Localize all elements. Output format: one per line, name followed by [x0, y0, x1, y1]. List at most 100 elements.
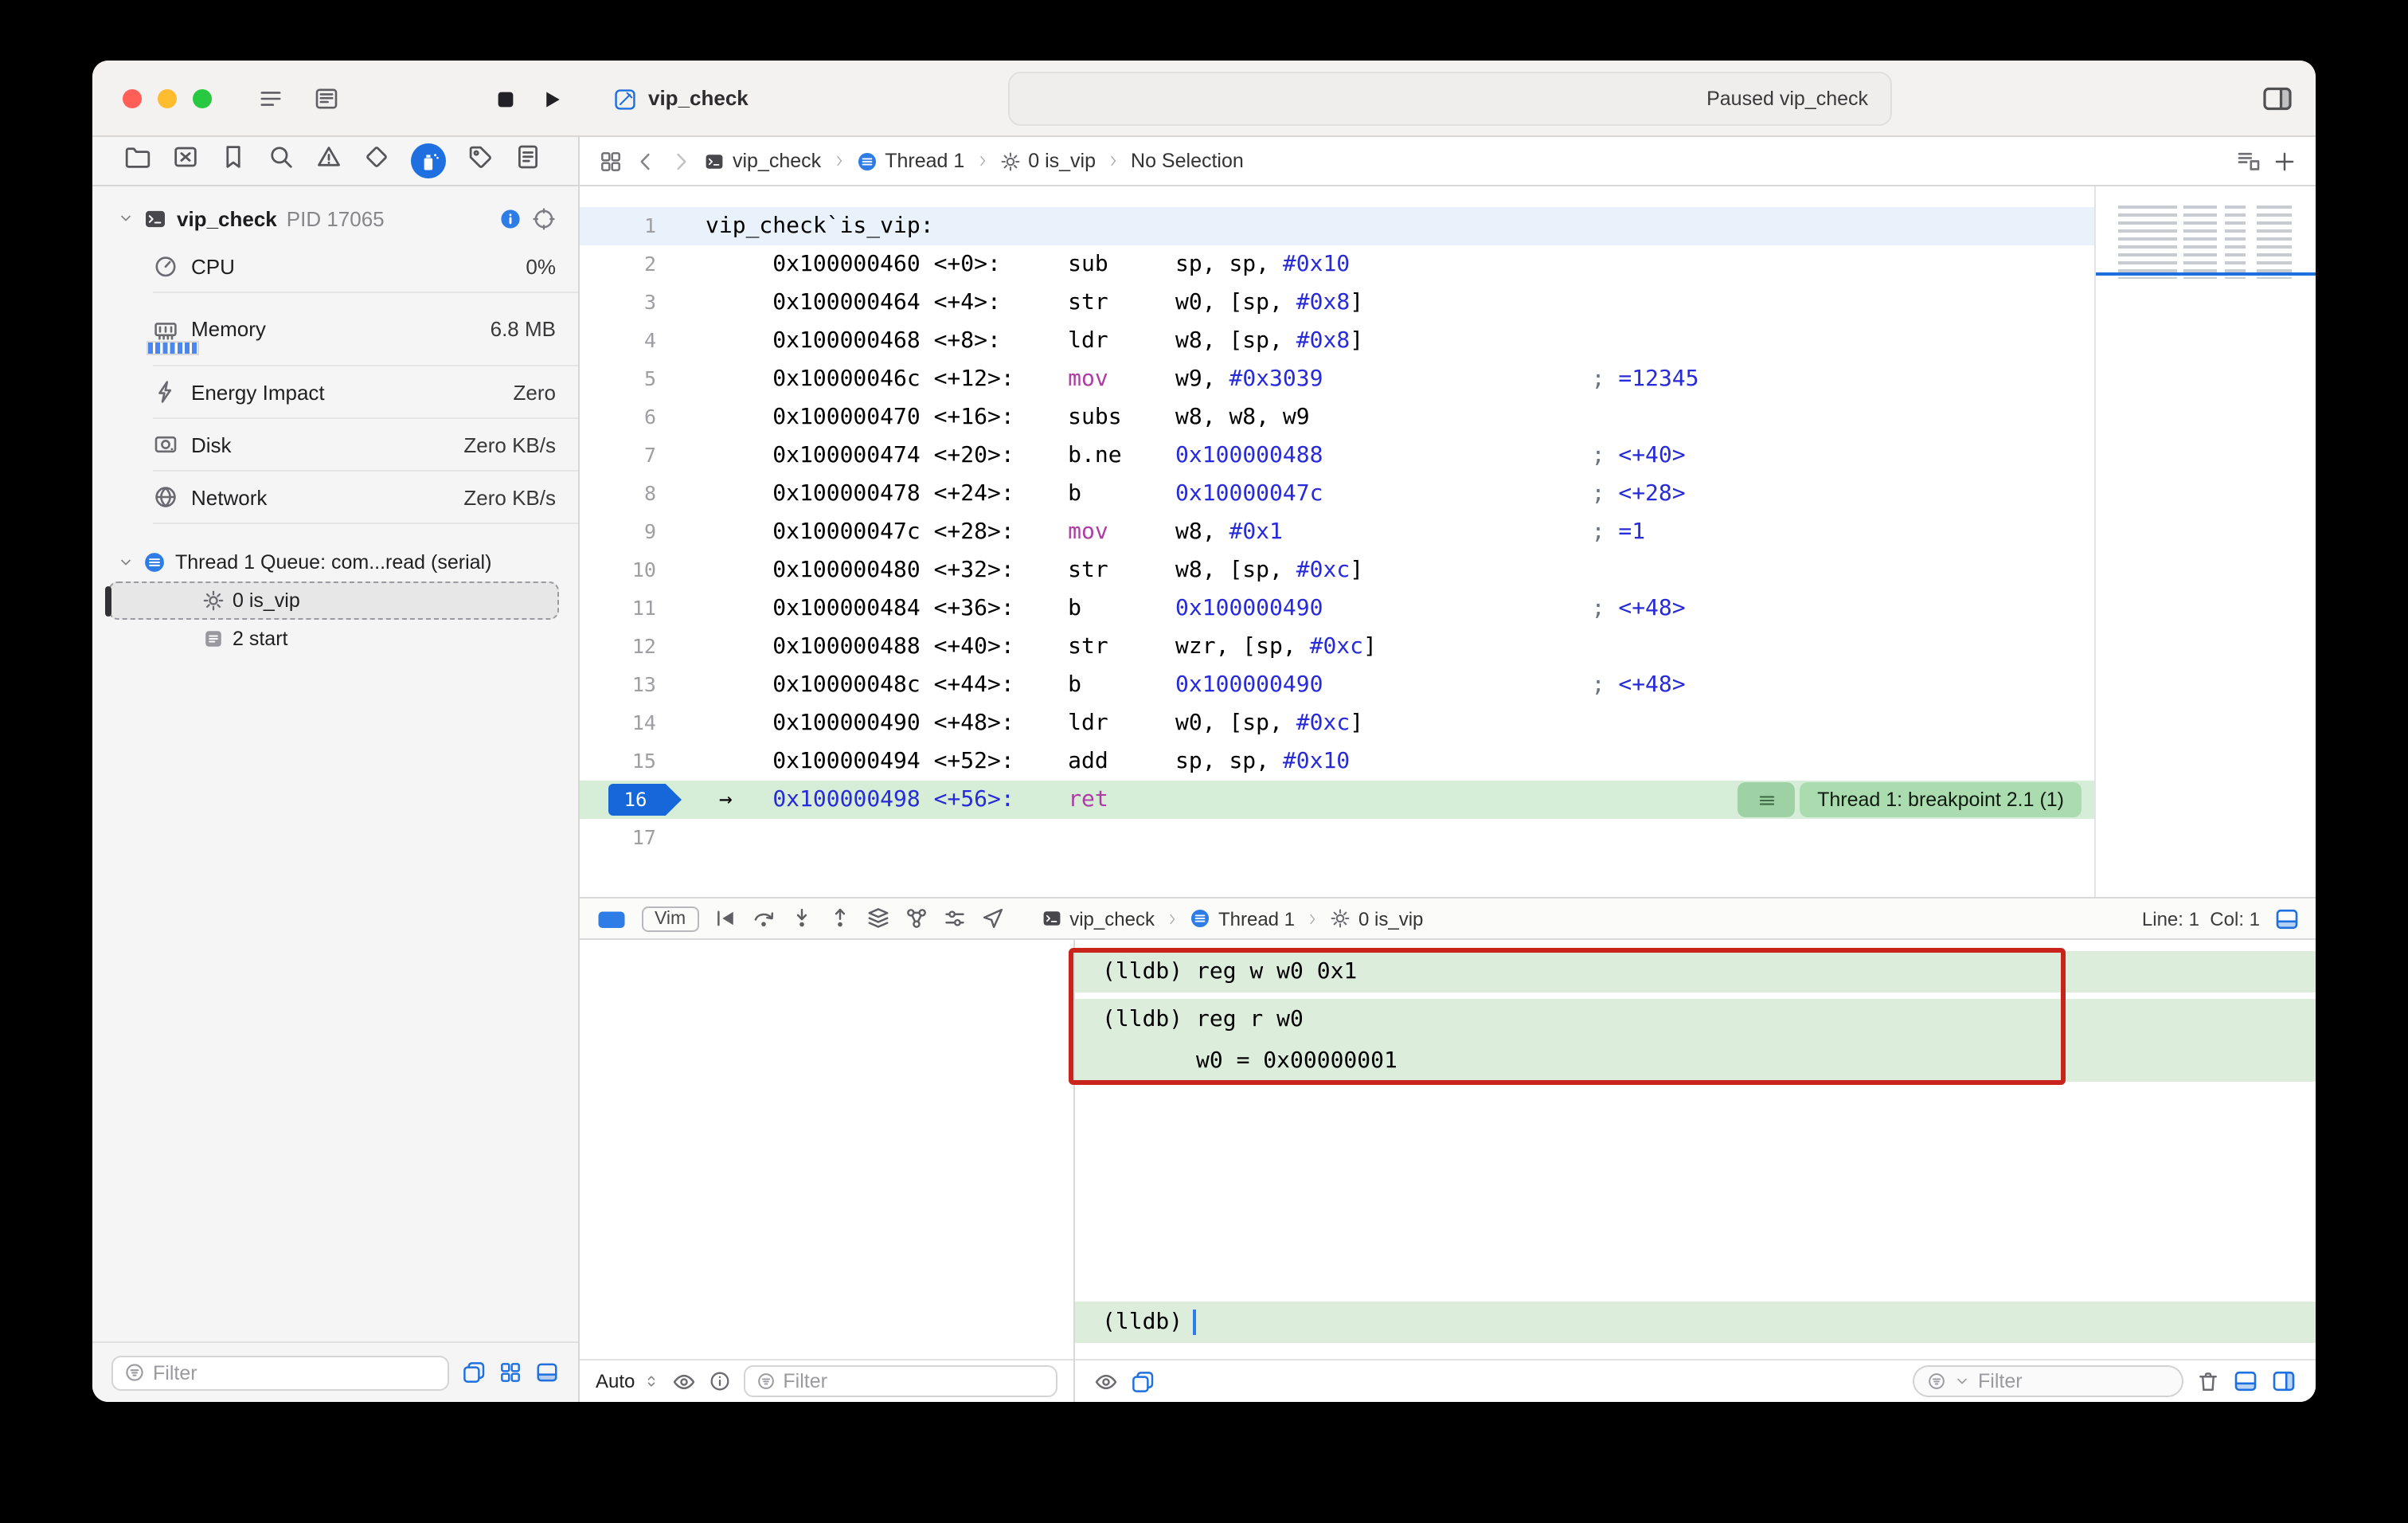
process-row[interactable]: vip_check PID 17065: [118, 199, 559, 237]
debug-bar: Vim vip_checkThread 10 is_vip Line: 1 Co…: [580, 897, 2316, 940]
line-number-15[interactable]: 15: [580, 742, 669, 781]
console-toggle-icon[interactable]: [2271, 1368, 2297, 1394]
titlebar: vip_check Paused vip_check: [92, 61, 2316, 137]
frame-0-is-vip[interactable]: 0 is_vip: [108, 581, 559, 620]
disclosure-chevron-icon[interactable]: [118, 554, 134, 570]
console-output[interactable]: (lldb) reg w w0 0x1(lldb) reg r w0 w0 = …: [1075, 940, 2316, 1359]
breakpoints-toggle-button[interactable]: [596, 902, 627, 934]
simulate-location-button[interactable]: [980, 906, 1004, 930]
navigator-reports-tab[interactable]: [514, 143, 541, 178]
line-number-8[interactable]: 8: [580, 475, 669, 513]
clear-console-icon[interactable]: [2196, 1369, 2220, 1393]
console-mode-icon[interactable]: [1131, 1369, 1155, 1393]
line-number-14[interactable]: 14: [580, 704, 669, 742]
line-number-5[interactable]: 5: [580, 360, 669, 398]
minimize-button[interactable]: [158, 89, 177, 108]
info-icon[interactable]: [498, 206, 522, 230]
line-number-7[interactable]: 7: [580, 437, 669, 475]
memory-usage-meter: [147, 341, 199, 355]
breadcrumb-thread-1[interactable]: Thread 1: [1190, 907, 1295, 930]
related-groups-icon[interactable]: [599, 149, 623, 173]
add-editor-ic­on[interactable]: [2273, 149, 2297, 173]
navigator-project-tab[interactable]: [124, 143, 151, 178]
minimap[interactable]: [2094, 186, 2316, 897]
environment-overrides-button[interactable]: [942, 906, 966, 930]
thread-row[interactable]: Thread 1 Queue: com...read (serial): [92, 543, 578, 581]
view-mode-panel-icon[interactable]: [535, 1361, 559, 1384]
console-prompt-row[interactable]: (lldb): [1075, 1302, 2316, 1343]
stop-button[interactable]: [494, 88, 518, 112]
zoom-button[interactable]: [193, 89, 212, 108]
annotation-menu-button[interactable]: [1738, 782, 1795, 817]
gauge-cpu-row[interactable]: CPU0%: [153, 241, 578, 293]
disassembly-view[interactable]: 1vip_check`is_vip:2 0x100000460 <+0>: su…: [580, 186, 2094, 897]
disclosure-chevron-icon[interactable]: [118, 210, 134, 226]
line-number-3[interactable]: 3: [580, 284, 669, 322]
debug-area-toggle-icon[interactable]: [2274, 906, 2300, 931]
line-number-12[interactable]: 12: [580, 628, 669, 666]
tab-title[interactable]: vip_check: [648, 86, 749, 110]
line-number-1[interactable]: 1: [580, 207, 669, 245]
breadcrumb-vip-check[interactable]: vip_check: [704, 150, 821, 172]
step-out-button[interactable]: [827, 906, 851, 930]
source-editor[interactable]: 1vip_check`is_vip:2 0x100000460 <+0>: su…: [580, 186, 2316, 897]
code-line-7: 7 0x100000474 <+20>: b.ne 0x100000488 ; …: [580, 437, 2094, 475]
view-hierarchy-button[interactable]: [866, 906, 889, 930]
continue-button[interactable]: [713, 906, 737, 930]
quicklook-icon[interactable]: [1094, 1369, 1118, 1393]
related-items-icon[interactable]: [2236, 148, 2261, 174]
line-number-11[interactable]: 11: [580, 589, 669, 628]
code-line-9: 9 0x10000047c <+28>: mov w8, #0x1 ; =1: [580, 513, 2094, 551]
chevron-updown-icon[interactable]: [643, 1373, 659, 1389]
breadcrumb-vip-check[interactable]: vip_check: [1041, 907, 1155, 930]
step-over-button[interactable]: [751, 906, 775, 930]
gauge-energy-row[interactable]: Energy ImpactZero: [153, 366, 578, 419]
navigator-issues-tab[interactable]: [315, 143, 342, 178]
navigator-bookmarks-tab[interactable]: [220, 143, 247, 178]
navigator-breakpoints-tab[interactable]: [467, 143, 494, 178]
line-number-4[interactable]: 4: [580, 322, 669, 360]
step-into-button[interactable]: [789, 906, 813, 930]
inspector-toggle-icon[interactable]: [2261, 83, 2293, 115]
frame-2-start[interactable]: 2 start: [108, 620, 559, 658]
navigator-debug-tab[interactable]: [411, 143, 446, 178]
back-button-icon[interactable]: [634, 149, 658, 173]
breadcrumb-0-is-vip[interactable]: 0 is_vip: [1330, 907, 1423, 930]
scope-selector[interactable]: Auto: [596, 1370, 635, 1392]
filter-placeholder: Filter: [1978, 1370, 2023, 1392]
line-number-17[interactable]: 17: [580, 819, 669, 857]
line-number-13[interactable]: 13: [580, 666, 669, 704]
navigator-filter-input[interactable]: Filter: [111, 1355, 449, 1390]
breadcrumb-no-selection[interactable]: No Selection: [1131, 150, 1244, 172]
memory-graph-button[interactable]: [904, 906, 928, 930]
toolbar-editor-icon[interactable]: [314, 86, 339, 112]
line-number-10[interactable]: 10: [580, 551, 669, 589]
forward-button-icon[interactable]: [669, 149, 693, 173]
view-mode-grid-icon[interactable]: [498, 1361, 522, 1384]
breadcrumb-thread-1[interactable]: Thread 1: [856, 150, 964, 172]
view-mode-stack-icon[interactable]: [462, 1361, 486, 1384]
toolbar-list-icon[interactable]: [258, 86, 283, 112]
info-circle-icon[interactable]: [708, 1370, 730, 1392]
variables-list[interactable]: [580, 940, 1073, 1359]
breadcrumb-0-is-vip[interactable]: 0 is_vip: [999, 150, 1096, 172]
line-number-6[interactable]: 6: [580, 398, 669, 437]
scope-icon[interactable]: [532, 206, 556, 230]
console-filter-input[interactable]: Filter: [1913, 1365, 2183, 1397]
line-number-2[interactable]: 2: [580, 245, 669, 284]
debug-navigator: vip_check PID 17065 CPU0%Memory6.8 MBEne…: [92, 186, 580, 1402]
navigator-tests-tab[interactable]: [363, 143, 390, 178]
variables-toggle-icon[interactable]: [2233, 1368, 2258, 1394]
line-number-16[interactable]: 16: [580, 781, 669, 819]
quicklook-icon[interactable]: [671, 1369, 695, 1393]
run-button[interactable]: [540, 88, 564, 112]
variables-filter-input[interactable]: Filter: [743, 1365, 1057, 1397]
gauge-memory-row[interactable]: Memory6.8 MB: [153, 293, 578, 366]
navigator-find-tab[interactable]: [268, 143, 295, 178]
gauge-network-row[interactable]: NetworkZero KB/s: [153, 472, 578, 524]
gauge-disk-row[interactable]: DiskZero KB/s: [153, 419, 578, 472]
thread-icon: [1190, 908, 1210, 929]
line-number-9[interactable]: 9: [580, 513, 669, 551]
navigator-source-control-tab[interactable]: [172, 143, 199, 178]
close-button[interactable]: [123, 89, 142, 108]
